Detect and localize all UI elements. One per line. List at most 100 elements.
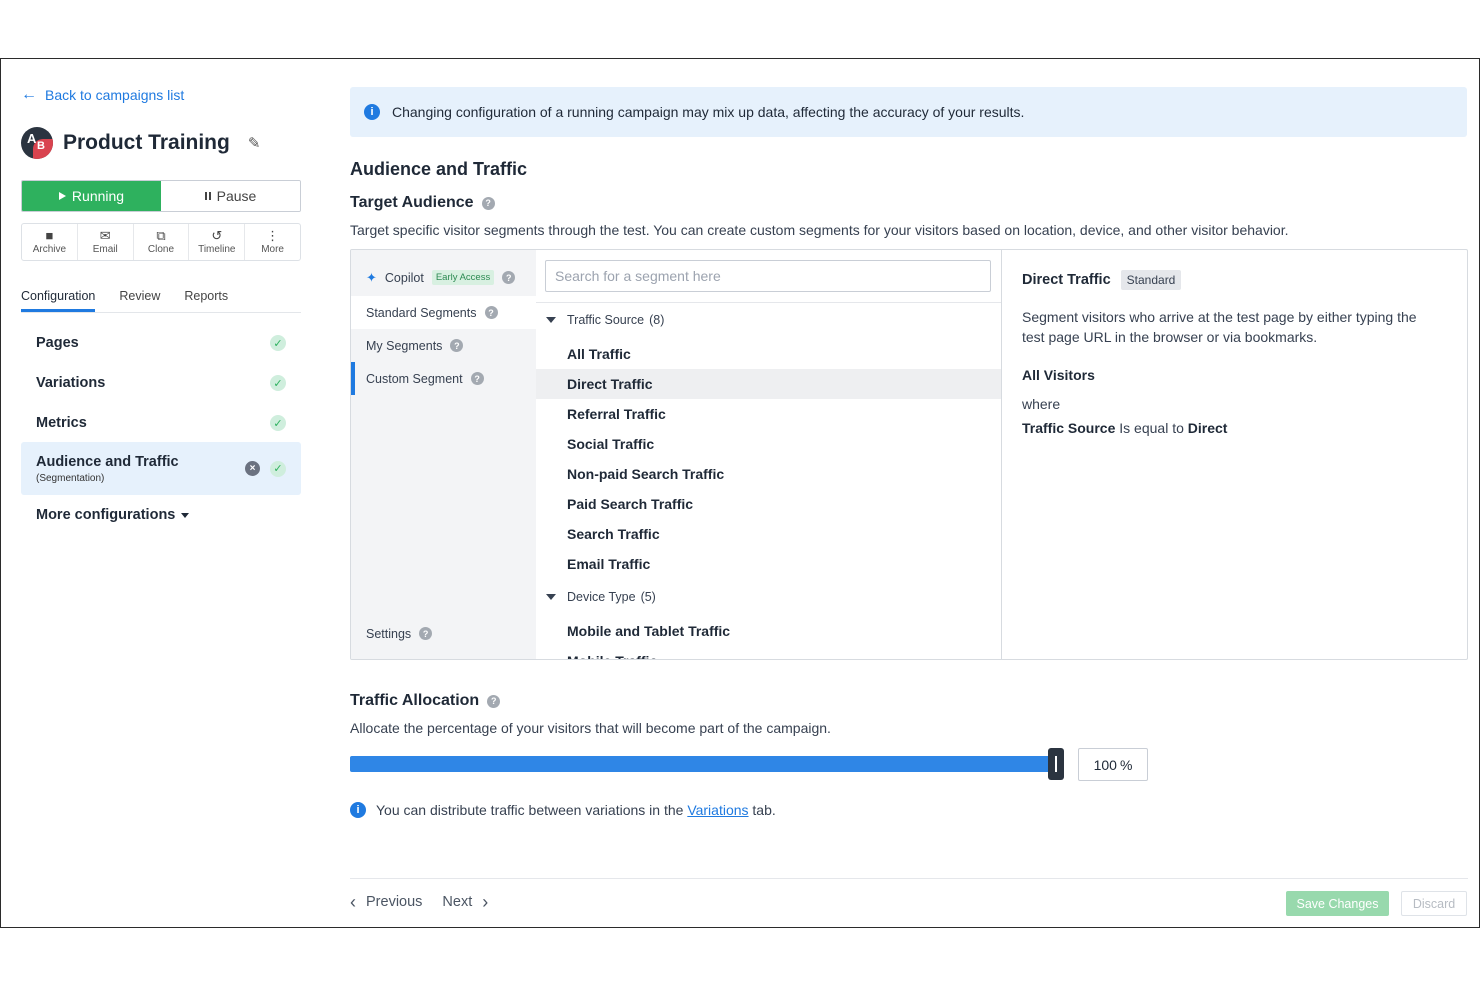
traffic-percent-value: 100: [1093, 756, 1117, 773]
help-icon[interactable]: ?: [470, 372, 484, 385]
campaign-title-row: A B Product Training ✎: [21, 127, 260, 159]
copilot-label: Copilot: [384, 270, 424, 285]
sidebar-tabs: Configuration Review Reports: [21, 289, 301, 313]
info-icon: i: [364, 104, 380, 120]
back-to-campaigns-link[interactable]: ← Back to campaigns list: [21, 87, 184, 104]
timeline-button[interactable]: ↺ Timeline: [189, 224, 246, 260]
sidebar-item-text: Audience and Traffic (Segmentation): [36, 454, 179, 484]
segment-category-custom[interactable]: Custom Segment ?: [351, 362, 536, 395]
check-circle-icon: ✓: [270, 375, 286, 391]
warning-banner: i Changing configuration of a running ca…: [350, 87, 1467, 137]
discard-button[interactable]: Discard: [1401, 891, 1467, 916]
email-label: Email: [92, 244, 118, 255]
group-header-device-type[interactable]: Device Type (5): [546, 590, 656, 604]
campaign-title: Product Training: [63, 131, 230, 154]
segment-item-referral-traffic[interactable]: Referral Traffic: [536, 399, 1001, 429]
sidebar-item-audience-and-traffic[interactable]: Audience and Traffic (Segmentation) × ✓: [21, 442, 301, 495]
segment-list: Traffic Source (8) All Traffic Direct Tr…: [536, 250, 1002, 659]
email-button[interactable]: ✉ Email: [78, 224, 134, 260]
more-button[interactable]: ⋮ More: [245, 224, 300, 260]
archive-button[interactable]: ■ Archive: [22, 224, 78, 260]
segment-picker: ✦ Copilot Early Access ? Standard Segmen…: [350, 249, 1468, 660]
sidebar-item-label: Metrics: [36, 415, 87, 431]
help-icon[interactable]: ?: [502, 271, 516, 284]
campaign-actions: ■ Archive ✉ Email ⧉ Clone ↺ Timeline ⋮ M…: [21, 223, 301, 261]
segment-detail-title-row: Direct Traffic Standard: [1022, 270, 1449, 290]
standard-segments-label: Standard Segments: [366, 305, 477, 320]
pause-button[interactable]: Pause: [161, 181, 300, 211]
segment-item-mobile-and-tablet-traffic[interactable]: Mobile and Tablet Traffic: [536, 616, 1001, 646]
sidebar: ← Back to campaigns list A B Product Tra…: [21, 59, 302, 927]
sidebar-item-variations[interactable]: Variations ✓: [21, 371, 301, 395]
sidebar-item-pages[interactable]: Pages ✓: [21, 331, 301, 355]
help-icon[interactable]: ?: [450, 339, 464, 352]
segment-item-non-paid-search-traffic[interactable]: Non-paid Search Traffic: [536, 459, 1001, 489]
running-label: Running: [71, 188, 125, 204]
traffic-percent-input[interactable]: 100 %: [1078, 748, 1148, 781]
help-icon[interactable]: ?: [419, 627, 433, 640]
traffic-slider-handle[interactable]: [1048, 748, 1064, 780]
main-content: i Changing configuration of a running ca…: [350, 59, 1468, 927]
help-icon[interactable]: ?: [481, 196, 495, 210]
previous-button[interactable]: ‹ Previous: [350, 893, 422, 911]
wizard-navigation: ‹ Previous Next ›: [350, 893, 488, 911]
close-circle-icon[interactable]: ×: [245, 461, 260, 476]
segment-item-search-traffic[interactable]: Search Traffic: [536, 519, 1001, 549]
target-audience-title: Target Audience: [350, 194, 474, 211]
info-icon: i: [350, 802, 366, 818]
segment-item-all-traffic[interactable]: All Traffic: [536, 339, 1001, 369]
save-changes-button[interactable]: Save Changes: [1286, 891, 1389, 916]
note-text-after: tab.: [752, 802, 776, 818]
segment-detail-condition: Traffic Source Is equal to Direct: [1022, 420, 1449, 436]
tab-configuration[interactable]: Configuration: [21, 289, 96, 312]
caret-down-icon: [546, 594, 556, 600]
help-icon[interactable]: ?: [487, 694, 501, 708]
early-access-badge: Early Access: [431, 270, 495, 285]
segment-item-direct-traffic[interactable]: Direct Traffic: [536, 369, 1001, 399]
more-configurations-dropdown[interactable]: More configurations: [36, 507, 190, 523]
pencil-edit-icon[interactable]: ✎: [248, 134, 261, 152]
note-text-before: You can distribute traffic between varia…: [376, 802, 684, 818]
segment-item-email-traffic[interactable]: Email Traffic: [536, 549, 1001, 579]
segment-item-mobile-traffic[interactable]: Mobile Traffic: [536, 646, 1001, 659]
variations-link[interactable]: Variations: [687, 802, 748, 818]
target-audience-description: Target specific visitor segments through…: [350, 222, 1289, 238]
tab-review[interactable]: Review: [119, 289, 160, 312]
segment-category-standard[interactable]: Standard Segments ?: [351, 296, 536, 329]
sidebar-item-sublabel: (Segmentation): [36, 472, 105, 484]
caret-down-icon: [546, 317, 556, 323]
clone-icon: ⧉: [156, 228, 166, 243]
traffic-allocation-title: Traffic Allocation: [350, 692, 480, 709]
segment-search-input[interactable]: [545, 260, 991, 292]
segment-detail: Direct Traffic Standard Segment visitors…: [1002, 250, 1467, 659]
segment-item-social-traffic[interactable]: Social Traffic: [536, 429, 1001, 459]
next-button[interactable]: Next ›: [442, 893, 488, 911]
pause-icon: [204, 192, 211, 200]
banner-text: Changing configuration of a running camp…: [392, 104, 1025, 120]
group-count: (5): [640, 590, 656, 604]
distribution-note-text: You can distribute traffic between varia…: [376, 802, 776, 818]
running-button[interactable]: Running: [22, 181, 161, 211]
segment-settings[interactable]: Settings ?: [351, 617, 536, 650]
next-label: Next: [442, 894, 473, 910]
clone-label: Clone: [147, 244, 175, 255]
tab-reports[interactable]: Reports: [184, 289, 228, 312]
clone-button[interactable]: ⧉ Clone: [134, 224, 190, 260]
custom-segment-label: Custom Segment: [366, 371, 463, 386]
segment-item-paid-search-traffic[interactable]: Paid Search Traffic: [536, 489, 1001, 519]
segment-detail-heading: All Visitors: [1022, 367, 1095, 383]
distribution-note: i You can distribute traffic between var…: [350, 802, 776, 818]
group-name: Device Type: [567, 590, 636, 604]
segment-detail-where: where: [1022, 396, 1061, 412]
help-icon[interactable]: ?: [484, 306, 498, 319]
envelope-icon: ✉: [99, 228, 111, 243]
pause-label: Pause: [216, 188, 257, 204]
segment-categories: ✦ Copilot Early Access ? Standard Segmen…: [351, 250, 536, 659]
segment-category-my[interactable]: My Segments ?: [351, 329, 536, 362]
traffic-allocation-heading: Traffic Allocation ?: [350, 692, 501, 710]
check-circle-icon: ✓: [270, 335, 286, 351]
traffic-slider-track[interactable]: [350, 756, 1056, 772]
sidebar-item-metrics[interactable]: Metrics ✓: [21, 411, 301, 435]
segment-category-copilot[interactable]: ✦ Copilot Early Access ?: [351, 261, 536, 294]
group-header-traffic-source[interactable]: Traffic Source (8): [546, 313, 664, 327]
